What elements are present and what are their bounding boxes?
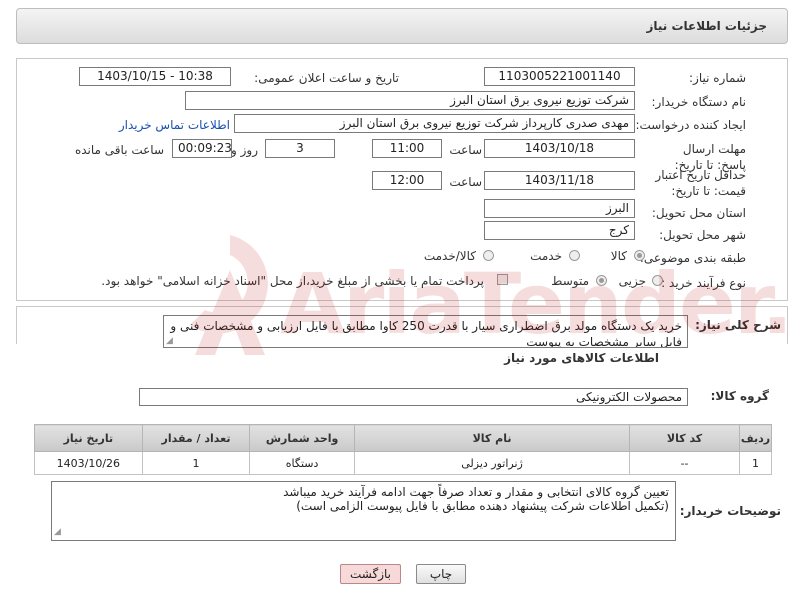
cell-row: 1: [738, 451, 773, 475]
goods-table-header: ردیف کد کالا نام کالا واحد شمارش تعداد /…: [34, 424, 773, 452]
cell-code: --: [629, 451, 740, 475]
resize-grip-icon[interactable]: ◢: [166, 336, 173, 346]
process-type-label: نوع فرآیند خرید :: [661, 276, 746, 290]
need-number-label: شماره نیاز:: [689, 71, 746, 85]
treasury-payment-checkbox[interactable]: [497, 274, 508, 285]
requester-field: مهدی صدری کارپرداز شرکت توزیع نیروی برق …: [234, 114, 635, 133]
validity-time-field: 12:00: [372, 171, 442, 190]
col-row-header: ردیف: [738, 424, 773, 452]
contact-info-link[interactable]: اطلاعات تماس خریدار: [119, 118, 230, 132]
cell-qty: 1: [141, 451, 251, 475]
buyer-org-label: نام دستگاه خریدار:: [651, 95, 747, 109]
col-name-header: نام کالا: [353, 424, 631, 452]
province-field: البرز: [484, 199, 635, 218]
cell-unit: دستگاه: [249, 451, 355, 475]
buyer-notes-line1: تعیین گروه کالای انتخابی و مقدار و تعداد…: [283, 485, 669, 499]
city-label: شهر محل تحویل:: [659, 228, 746, 242]
table-row: 1 -- ژنراتور دیزلی دستگاه 1 1403/10/26: [34, 451, 773, 475]
category-radio-goods-service[interactable]: [483, 250, 494, 261]
city-field: کرج: [484, 221, 635, 240]
col-code-header: کد کالا: [629, 424, 740, 452]
page-header: جزئیات اطلاعات نیاز: [16, 8, 788, 44]
need-number-field: 1103005221001140: [484, 67, 635, 86]
buyer-org-field: شرکت توزیع نیروی برق استان البرز: [185, 91, 635, 110]
buyer-notes-label: توضیحات خریدار:: [679, 504, 781, 518]
category-option-service: خدمت: [530, 249, 562, 263]
page-title: جزئیات اطلاعات نیاز: [646, 19, 767, 33]
goods-group-label: گروه کالا:: [710, 389, 769, 403]
province-label: استان محل تحویل:: [651, 206, 746, 220]
announce-date-label: تاریخ و ساعت اعلان عمومی:: [254, 71, 399, 85]
category-radio-service[interactable]: [569, 250, 580, 261]
process-option-medium: متوسط: [551, 274, 589, 288]
time-remaining-field: 00:09:23: [172, 139, 232, 158]
days-remaining-field: 3: [265, 139, 335, 158]
buyer-notes-field: تعیین گروه کالای انتخابی و مقدار و تعداد…: [51, 481, 676, 541]
buyer-notes-line2: (تکمیل اطلاعات شرکت پیشنهاد دهنده مطابق …: [296, 499, 669, 513]
validity-time-label: ساعت: [449, 175, 482, 189]
col-qty-header: تعداد / مقدار: [141, 424, 251, 452]
category-option-goods-service: کالا/خدمت: [423, 249, 476, 263]
category-radio-goods[interactable]: [634, 250, 645, 261]
validity-date-field: 1403/11/18: [484, 171, 635, 190]
goods-table: ردیف کد کالا نام کالا واحد شمارش تعداد /…: [34, 424, 773, 475]
back-button[interactable]: بازگشت: [340, 564, 401, 584]
time-remaining-label: ساعت باقی مانده: [74, 143, 164, 157]
deadline-time-label: ساعت: [449, 143, 482, 157]
validity-label: حداقل تاریخ اعتبار قیمت: تا تاریخ:: [655, 168, 746, 198]
days-label: روز و: [231, 143, 258, 157]
process-option-minor: جزیی: [618, 274, 646, 288]
description-field: خرید یک دستگاه مولد برق اضطراری سیار با …: [163, 315, 688, 348]
goods-section-title: اطلاعات کالاهای مورد نیاز: [504, 351, 659, 365]
process-radio-minor[interactable]: [652, 275, 663, 286]
goods-group-field: محصولات الکترونیکی: [139, 388, 688, 406]
deadline-time-field: 11:00: [372, 139, 442, 158]
process-radio-medium[interactable]: [596, 275, 607, 286]
category-option-goods: کالا: [610, 249, 627, 263]
col-unit-header: واحد شمارش: [249, 424, 355, 452]
deadline-date-field: 1403/10/18: [484, 139, 635, 158]
cell-date: 1403/10/26: [34, 451, 143, 475]
col-date-header: تاریخ نیاز: [34, 424, 143, 452]
treasury-payment-note: پرداخت تمام یا بخشی از مبلغ خرید،از محل …: [101, 274, 484, 288]
resize-grip-icon[interactable]: ◢: [54, 527, 61, 537]
cell-name: ژنراتور دیزلی: [353, 451, 631, 475]
requester-label: ایجاد کننده درخواست:: [635, 118, 746, 132]
description-label: شرح کلی نیاز:: [695, 318, 781, 332]
print-button[interactable]: چاپ: [416, 564, 466, 584]
announce-date-field: 1403/10/15 - 10:38: [79, 67, 231, 86]
category-label: طبقه بندی موضوعی:: [639, 251, 746, 265]
